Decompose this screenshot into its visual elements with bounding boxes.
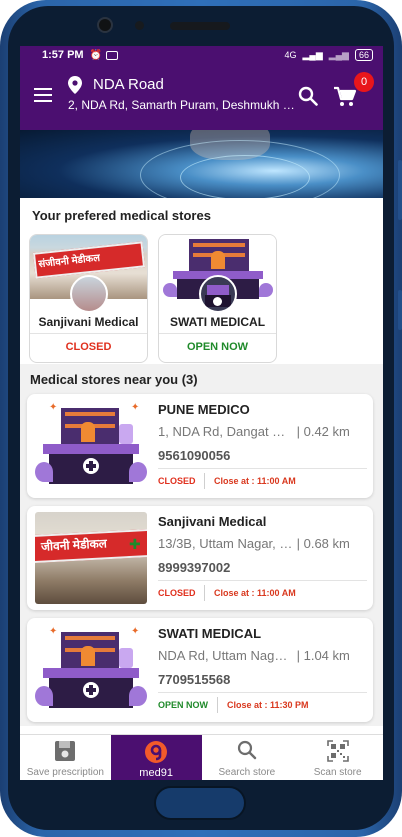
nearby-stores-title: Medical stores near you (3)	[30, 372, 198, 387]
front-camera	[97, 17, 113, 33]
home-button[interactable]	[154, 786, 246, 820]
address-text: 1, NDA Rd, Dangat Patil Nagar	[158, 424, 293, 439]
proximity-sensor	[135, 21, 144, 30]
signal-icon-2: ▂▄▆	[328, 49, 349, 60]
close-time: Close at : 11:00 AM	[214, 476, 296, 486]
store-status: OPEN NOW	[186, 341, 249, 353]
store-status: OPEN NOW	[158, 700, 209, 710]
network-label: 4G	[284, 50, 297, 60]
close-time: Close at : 11:00 AM	[214, 588, 296, 598]
nearby-store-card[interactable]: ✦ ✦ SWATI MEDICAL NDA Rd, Uttam Nagar, S…	[27, 618, 373, 722]
store-status: CLOSED	[65, 341, 112, 353]
store-phone[interactable]: 7709515568	[158, 672, 230, 687]
preferred-stores-list: संजीवनी मेडीकल Sanjivani Medical CLOSED	[20, 230, 383, 364]
earpiece-speaker	[170, 22, 230, 30]
search-icon	[237, 740, 257, 760]
store-name: Sanjivani Medical	[38, 315, 139, 329]
nav-med91[interactable]: med91	[110, 735, 202, 780]
store-name: PUNE MEDICO	[158, 402, 250, 417]
med91-logo-icon	[145, 741, 168, 763]
preferred-stores-title: Your prefered medical stores	[32, 208, 211, 223]
store-distance: | 1.04 km	[296, 648, 350, 663]
battery-icon: 66	[354, 49, 373, 61]
store-distance: | 0.68 km	[296, 536, 350, 551]
promo-banner[interactable]	[20, 130, 383, 198]
close-time: Close at : 11:30 PM	[227, 700, 309, 710]
nav-label: Scan store	[313, 767, 362, 778]
status-time: 1:57 PM	[42, 49, 84, 61]
nearby-store-card[interactable]: जीवनी मेडीकल ✚ Sanjivani Medical 13/3B, …	[27, 506, 373, 610]
store-address: 13/3B, Uttam Nagar, Shivane | 0.68 km	[158, 536, 350, 551]
cart-icon[interactable]	[333, 86, 357, 108]
preferred-store-card[interactable]: संजीवनी मेडीकल Sanjivani Medical CLOSED	[29, 234, 148, 363]
store-phone[interactable]: 8999397002	[158, 560, 230, 575]
app-header: NDA Road 2, NDA Rd, Samarth Puram, Deshm…	[20, 64, 383, 130]
volume-button	[398, 160, 402, 220]
store-name: SWATI MEDICAL	[158, 626, 262, 641]
nav-label: Save prescription	[26, 767, 104, 778]
nav-search-store[interactable]: Search store	[202, 735, 293, 780]
store-phone[interactable]: 9561090056	[158, 448, 230, 463]
nav-scan-store[interactable]: Scan store	[292, 735, 383, 780]
location-pin-icon	[68, 76, 82, 94]
alarm-icon: ⏰	[89, 49, 103, 61]
store-status: CLOSED	[158, 588, 196, 598]
store-illustration: ✦ ✦	[35, 624, 147, 716]
address-text: 13/3B, Uttam Nagar, Shivane	[158, 536, 293, 551]
location-title[interactable]: NDA Road	[93, 76, 164, 93]
address-text: NDA Rd, Uttam Nagar, Shivane	[158, 648, 293, 663]
location-address[interactable]: 2, NDA Rd, Samarth Puram, Deshmukh Nagar	[68, 98, 296, 112]
nav-save-prescription[interactable]: Save prescription	[20, 735, 111, 780]
search-icon[interactable]	[298, 86, 318, 106]
cart-count-badge: 0	[354, 72, 374, 92]
power-button	[398, 290, 402, 330]
store-logo	[70, 275, 108, 313]
store-status: CLOSED	[158, 476, 196, 486]
phone-frame: 1:57 PM ⏰ 4G ▂▄▆ ▂▄▆ 66 NDA Road 2, NDA …	[0, 0, 402, 837]
store-address: 1, NDA Rd, Dangat Patil Nagar | 0.42 km	[158, 424, 350, 439]
bottom-nav: Save prescription med91 Search store Sca…	[20, 734, 383, 780]
qr-scan-icon	[326, 740, 349, 762]
medical-cross-icon: ✚	[129, 536, 141, 552]
signal-icon: ▂▄▆	[302, 49, 323, 60]
sign-text: जीवनी मेडीकल	[40, 536, 108, 554]
store-distance: | 0.42 km	[296, 424, 350, 439]
store-name: Sanjivani Medical	[158, 514, 267, 529]
nearby-store-card[interactable]: ✦ ✦ PUNE MEDICO 1, NDA Rd, Dangat Patil …	[27, 394, 373, 498]
store-address: NDA Rd, Uttam Nagar, Shivane | 1.04 km	[158, 648, 350, 663]
preferred-store-card[interactable]: SWATI MEDICAL OPEN NOW	[158, 234, 277, 363]
store-logo	[199, 275, 237, 313]
save-icon	[55, 741, 76, 761]
store-photo: जीवनी मेडीकल ✚	[35, 512, 147, 604]
status-bar: 1:57 PM ⏰ 4G ▂▄▆ ▂▄▆ 66	[20, 46, 383, 64]
nav-label: Search store	[218, 767, 276, 778]
app-screen: 1:57 PM ⏰ 4G ▂▄▆ ▂▄▆ 66 NDA Road 2, NDA …	[20, 46, 383, 780]
nav-label: med91	[139, 767, 173, 779]
store-name: SWATI MEDICAL	[169, 315, 266, 329]
nearby-stores-section: Medical stores near you (3) ✦ ✦ PUNE MED…	[20, 364, 383, 726]
menu-icon[interactable]	[34, 88, 52, 102]
store-illustration: ✦ ✦	[35, 400, 147, 492]
message-icon	[106, 50, 119, 60]
